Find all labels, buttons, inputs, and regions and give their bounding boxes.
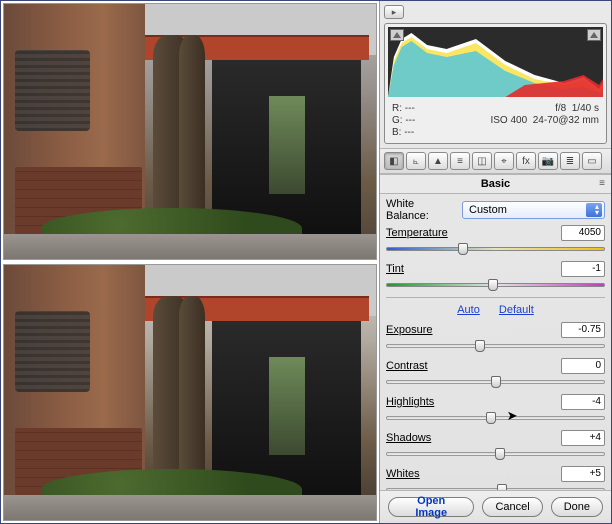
tint-value[interactable]: -1 [561,261,605,277]
tab-basic-icon[interactable]: ◧ [384,152,404,170]
auto-link[interactable]: Auto [457,304,480,316]
done-button[interactable]: Done [551,497,603,517]
histogram[interactable] [388,27,603,97]
default-link[interactable]: Default [499,304,534,316]
readout-aperture: f/8 [555,103,566,114]
dialog-button-bar: Open Image Cancel Done [380,490,611,523]
basic-controls: White Balance: Custom ▴▾ Temperature 405… [380,194,611,490]
camera-raw-window: ▸ R: --- G: --- B: [0,0,612,524]
preview-image-after [3,264,377,521]
tab-presets-icon[interactable]: ≣ [560,152,580,170]
exposure-value[interactable]: -0.75 [561,322,605,338]
tab-tone-curve-icon[interactable]: ⦜ [406,152,426,170]
section-title: Basic [481,178,510,190]
whites-label: Whites [386,468,420,480]
adjustments-panel: ▸ R: --- G: --- B: [379,1,611,523]
contrast-value[interactable]: 0 [561,358,605,374]
open-image-button[interactable]: Open Image [388,497,474,517]
section-menu-icon[interactable]: ≡ [599,178,605,189]
tab-effects-icon[interactable]: fx [516,152,536,170]
temperature-value[interactable]: 4050 [561,225,605,241]
contrast-label: Contrast [386,360,428,372]
preview-column [1,1,379,523]
tint-label: Tint [386,263,404,275]
white-balance-value: Custom [469,204,507,216]
shadows-label: Shadows [386,432,431,444]
readout-b: B: --- [392,127,415,138]
highlight-clip-warning-icon[interactable] [587,29,601,41]
exif-readout: R: --- G: --- B: --- f/8 1/40 s ISO 400 … [388,101,603,140]
highlights-slider[interactable]: ➤ [386,412,605,424]
preview-image-before [3,3,377,260]
temperature-slider[interactable] [386,243,605,255]
panel-toggle-button[interactable]: ▸ [384,5,404,19]
tab-camera-calibration-icon[interactable]: 📷 [538,152,558,170]
exposure-label: Exposure [386,324,432,336]
histogram-box: R: --- G: --- B: --- f/8 1/40 s ISO 400 … [384,23,607,144]
tab-hsl-icon[interactable]: ≡ [450,152,470,170]
tab-detail-icon[interactable]: ▲ [428,152,448,170]
shadow-clip-warning-icon[interactable] [390,29,404,41]
tint-slider[interactable] [386,279,605,291]
highlights-label: Highlights [386,396,434,408]
shadows-value[interactable]: +4 [561,430,605,446]
highlights-value[interactable]: -4 [561,394,605,410]
exposure-slider[interactable] [386,340,605,352]
readout-shutter: 1/40 s [572,103,599,114]
tab-snapshots-icon[interactable]: ▭ [582,152,602,170]
readout-iso: ISO 400 [490,115,527,126]
chevron-updown-icon: ▴▾ [595,204,599,216]
cancel-button[interactable]: Cancel [482,497,542,517]
whites-slider[interactable] [386,484,605,490]
readout-r: R: --- [392,103,415,114]
readout-lens: 24-70@32 mm [533,115,599,126]
tab-lens-corrections-icon[interactable]: ⌖ [494,152,514,170]
white-balance-label: White Balance: [386,198,456,222]
temperature-label: Temperature [386,227,448,239]
tab-split-toning-icon[interactable]: ◫ [472,152,492,170]
section-header-basic: Basic ≡ [380,174,611,194]
panel-tab-strip: ◧ ⦜ ▲ ≡ ◫ ⌖ fx 📷 ≣ ▭ [380,148,611,174]
white-balance-select[interactable]: Custom ▴▾ [462,201,605,219]
contrast-slider[interactable] [386,376,605,388]
whites-value[interactable]: +5 [561,466,605,482]
shadows-slider[interactable] [386,448,605,460]
readout-g: G: --- [392,115,415,126]
